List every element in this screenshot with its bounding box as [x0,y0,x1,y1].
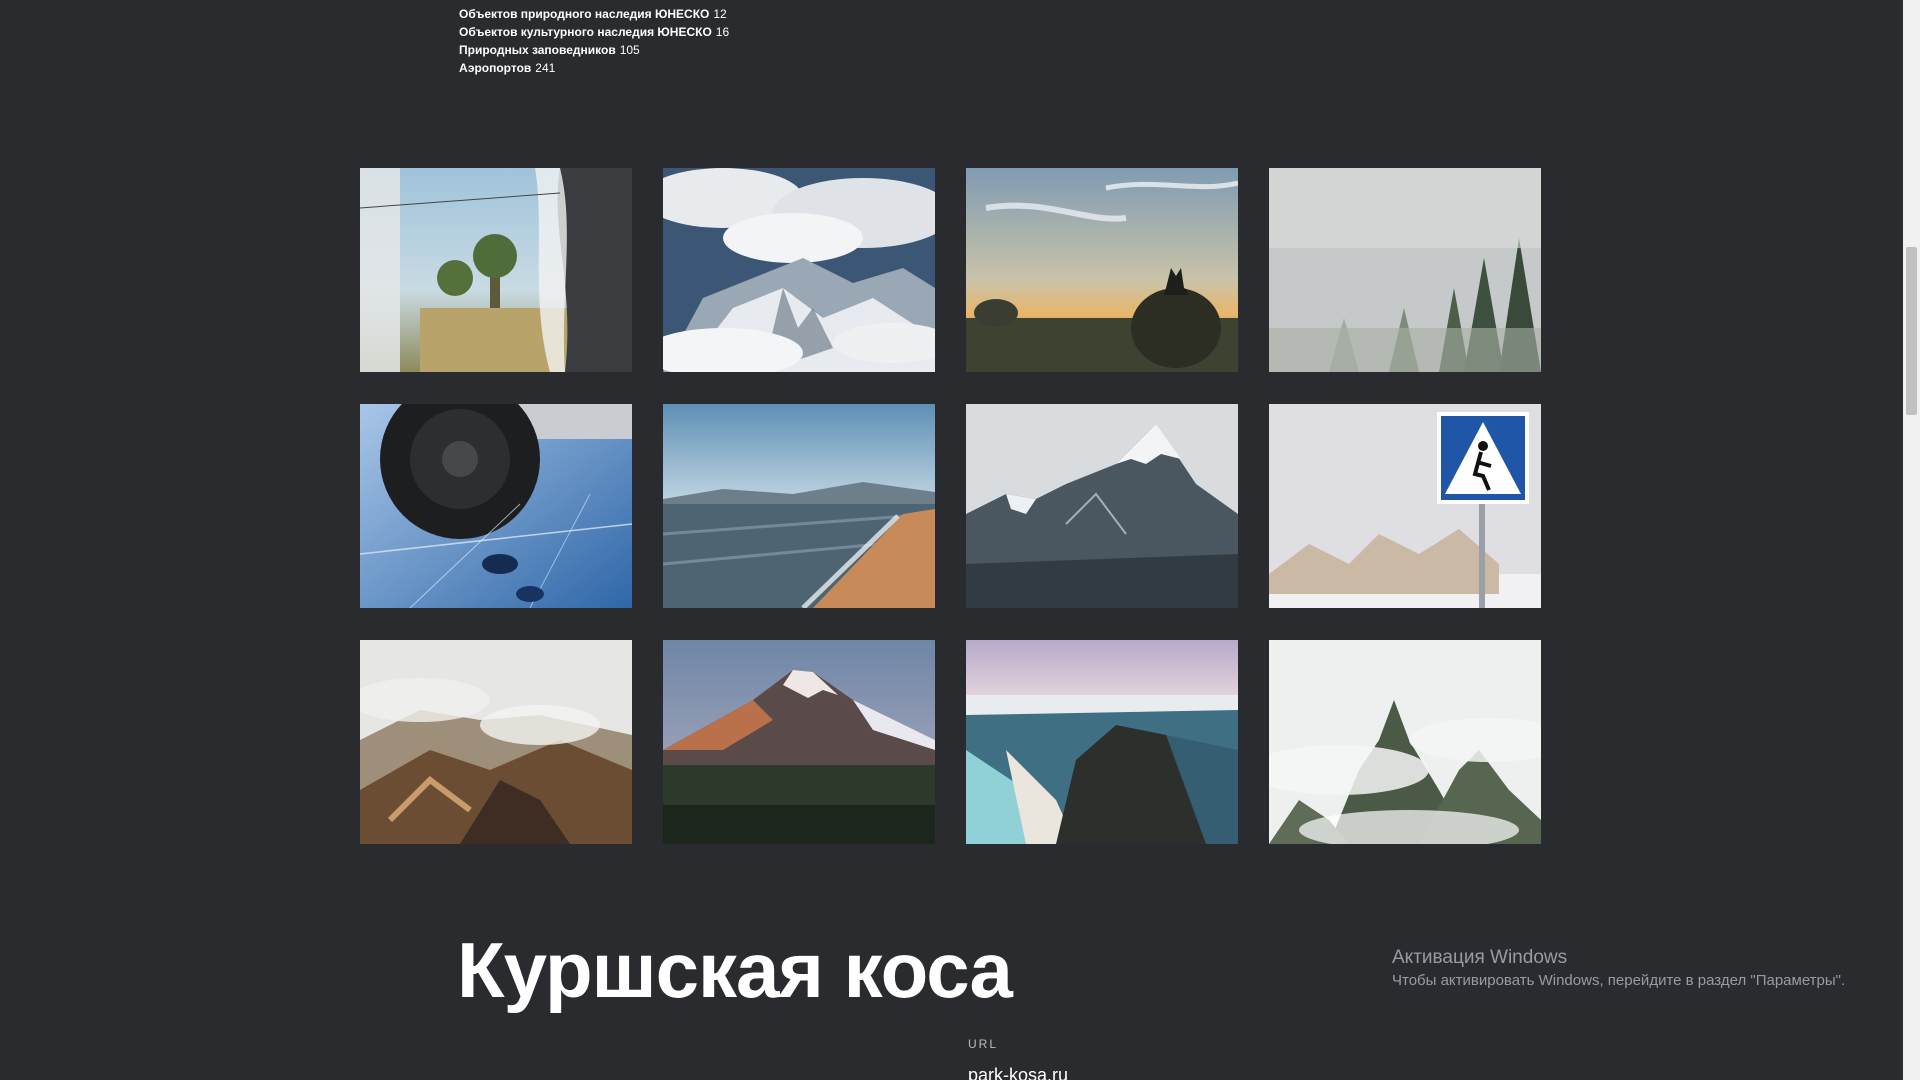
lake-shore-photo[interactable] [663,404,935,608]
stat-unesco-natural: Объектов природного наследия ЮНЕСКО 12 [459,7,727,21]
stats-list: Объектов природного наследия ЮНЕСКО 12 Об… [459,5,729,77]
scrollbar-thumb[interactable] [1906,247,1917,415]
snowy-peak-photo[interactable] [966,404,1238,608]
url-label: URL [968,1037,999,1051]
stat-unesco-cultural: Объектов культурного наследия ЮНЕСКО 16 [459,25,730,39]
volcano-photo[interactable] [663,640,935,844]
stat-nature-reserves: Природных заповедников 105 [459,43,640,57]
wolf-on-hay-bale-photo[interactable] [966,168,1238,372]
vertical-scrollbar[interactable] [1903,0,1920,1080]
stat-airports: Аэропортов 241 [459,61,556,75]
volcanic-valley-photo[interactable] [360,640,632,844]
region-title: Куршская коса [457,926,1013,1014]
crosswalk-sign-photo[interactable] [1269,404,1541,608]
train-window-photo[interactable] [360,168,632,372]
region-url-link[interactable]: park-kosa.ru [968,1065,1068,1080]
photo-gallery [360,168,1541,844]
activation-subtitle: Чтобы активировать Windows, перейдите в … [1392,972,1846,989]
misty-peaks-photo[interactable] [1269,640,1541,844]
foggy-forest-photo[interactable] [1269,168,1541,372]
coastal-cliff-photo[interactable] [966,640,1238,844]
car-wheel-on-ice-photo[interactable] [360,404,632,608]
activation-title: Активация Windows [1392,947,1568,968]
clouds-over-mountains-photo[interactable] [663,168,935,372]
windows-activation-watermark: Активация Windows Чтобы активировать Win… [1392,945,1845,991]
